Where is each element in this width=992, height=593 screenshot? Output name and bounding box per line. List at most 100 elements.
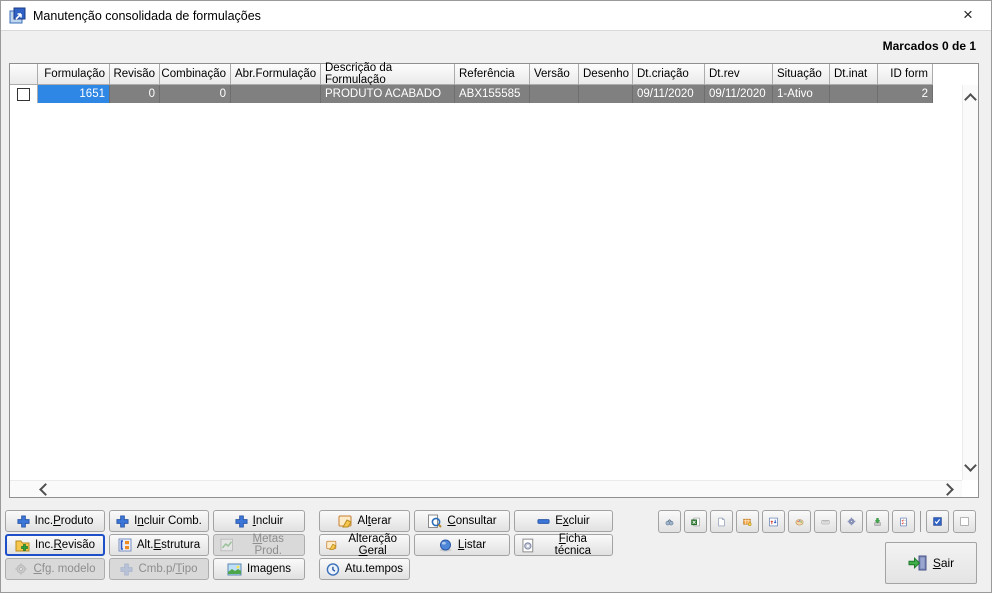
col-header-versao[interactable]: Versão (530, 64, 579, 85)
col-header-revisao[interactable]: Revisão (110, 64, 160, 85)
excel-export-button[interactable] (684, 510, 707, 533)
atu-tempos-button[interactable]: Atu.tempos (319, 558, 410, 580)
excluir-button[interactable]: Excluir (514, 510, 613, 532)
marked-counter: Marcados 0 de 1 (882, 39, 976, 53)
button-label: Imagens (246, 563, 292, 575)
button-label: Sair (932, 556, 955, 570)
col-header-combinacao[interactable]: Combinação (160, 64, 231, 85)
inc-produto-button[interactable]: Inc.Produto (5, 510, 105, 532)
formulations-grid: Formulação Revisão Combinação Abr.Formul… (9, 62, 979, 498)
scroll-left-icon[interactable] (39, 482, 52, 496)
keyboard-button[interactable] (814, 510, 837, 533)
cell-descricao[interactable]: PRODUTO ACABADO (321, 85, 455, 103)
cell-dt-inat[interactable] (830, 85, 878, 103)
col-header-referencia[interactable]: Referência (455, 64, 530, 85)
checklist-icon (900, 517, 907, 526)
vertical-scrollbar[interactable] (962, 85, 978, 480)
checked-box-icon (933, 517, 942, 526)
inc-revisao-button[interactable]: Inc.Revisão (5, 534, 105, 556)
col-header-formulacao[interactable]: Formulação (38, 64, 110, 85)
col-header-desenho[interactable]: Desenho (579, 64, 633, 85)
grid-header-row: Formulação Revisão Combinação Abr.Formul… (10, 62, 978, 86)
window-title: Manutenção consolidada de formulações (33, 8, 261, 23)
cfg-modelo-button: Cfg. modelo (5, 558, 105, 580)
image-icon (227, 563, 242, 575)
scroll-right-icon[interactable] (941, 482, 954, 496)
binoculars-button[interactable] (658, 510, 681, 533)
palette-button[interactable] (788, 510, 811, 533)
uncheck-all-button[interactable] (953, 510, 976, 533)
listar-button[interactable]: Listar (414, 534, 510, 556)
plus-icon (17, 514, 30, 528)
col-header-situacao[interactable]: Situação (773, 64, 830, 85)
gear-icon (15, 562, 28, 576)
sair-button[interactable]: Sair (885, 542, 977, 584)
alterar-button[interactable]: Alterar (319, 510, 410, 532)
cell-desenho[interactable] (579, 85, 633, 103)
button-label: Metas Prod. (252, 533, 284, 557)
document-gear-icon (522, 538, 534, 552)
button-label: Ficha técnica (554, 533, 592, 557)
cell-combinacao[interactable]: 0 (160, 85, 231, 103)
row-selector-cell[interactable] (10, 85, 38, 103)
consultar-button[interactable]: Consultar (414, 510, 510, 532)
title-bar: Manutenção consolidada de formulações × (1, 1, 991, 31)
button-label: Inc.Produto (34, 515, 94, 527)
search-icon (428, 514, 443, 528)
col-header-dt-inat[interactable]: Dt.inat (830, 64, 878, 85)
col-header-selector[interactable] (10, 64, 38, 85)
cell-situacao[interactable]: 1-Ativo (773, 85, 830, 103)
incluir-button[interactable]: Incluir (213, 510, 305, 532)
structure-icon (118, 538, 132, 552)
button-label: Inc.Revisão (34, 539, 96, 551)
cell-dt-rev[interactable]: 09/11/2020 (705, 85, 773, 103)
minus-icon (537, 518, 550, 524)
cell-id-form[interactable]: 2 (878, 85, 933, 103)
button-label: Cfg. modelo (33, 563, 96, 575)
cell-dt-criacao[interactable]: 09/11/2020 (633, 85, 705, 103)
plus-icon (116, 514, 129, 528)
excel-export-icon (691, 517, 700, 526)
imagens-button[interactable]: Imagens (213, 558, 305, 580)
edit-icon (338, 515, 352, 528)
col-header-descricao[interactable]: Descrição da Formulação (321, 62, 455, 86)
ficha-tecnica-button[interactable]: Ficha técnica (514, 533, 613, 557)
alteracao-geral-button[interactable]: Alteração Geral (319, 533, 410, 557)
folder-plus-icon (15, 540, 30, 552)
close-button[interactable]: × (945, 1, 991, 29)
cell-versao[interactable] (530, 85, 579, 103)
cell-referencia[interactable]: ABX155585 (455, 85, 530, 103)
binoculars-icon (665, 518, 674, 525)
sort-updown-button[interactable] (762, 510, 785, 533)
send-table-icon (743, 518, 752, 526)
settings-gear-button[interactable] (840, 510, 863, 533)
col-header-id-form[interactable]: ID form (878, 64, 933, 85)
table-row[interactable]: 1651 0 0 PRODUTO ACABADO ABX155585 09/11… (10, 85, 978, 103)
cell-formulacao[interactable]: 1651 (38, 85, 110, 103)
col-header-dt-rev[interactable]: Dt.rev (705, 64, 773, 85)
send-table-button[interactable] (736, 510, 759, 533)
export-download-button[interactable] (866, 510, 889, 533)
exit-icon (908, 555, 927, 571)
horizontal-scrollbar[interactable] (10, 480, 962, 497)
scroll-up-icon[interactable] (964, 93, 977, 106)
new-document-button[interactable] (710, 510, 733, 533)
cell-abr-formulacao[interactable] (231, 85, 321, 103)
scroll-down-icon[interactable] (964, 459, 977, 472)
check-all-button[interactable] (926, 510, 949, 533)
keyboard-icon (821, 519, 830, 524)
col-header-dt-criacao[interactable]: Dt.criação (633, 64, 705, 85)
select-row-checkbox[interactable] (17, 87, 30, 101)
sort-updown-icon (769, 517, 778, 526)
printer-icon (439, 539, 452, 552)
button-label: Alt.Estrutura (136, 539, 201, 551)
chart-icon (220, 538, 233, 552)
edit-icon (326, 540, 337, 550)
button-label: Consultar (447, 515, 497, 527)
incluir-comb-button[interactable]: Incluir Comb. (109, 510, 209, 532)
checklist-button[interactable] (892, 510, 915, 533)
export-download-icon (874, 517, 881, 526)
cell-revisao[interactable]: 0 (110, 85, 160, 103)
col-header-abr-formulacao[interactable]: Abr.Formulação (231, 64, 321, 85)
alt-estrutura-button[interactable]: Alt.Estrutura (109, 534, 209, 556)
